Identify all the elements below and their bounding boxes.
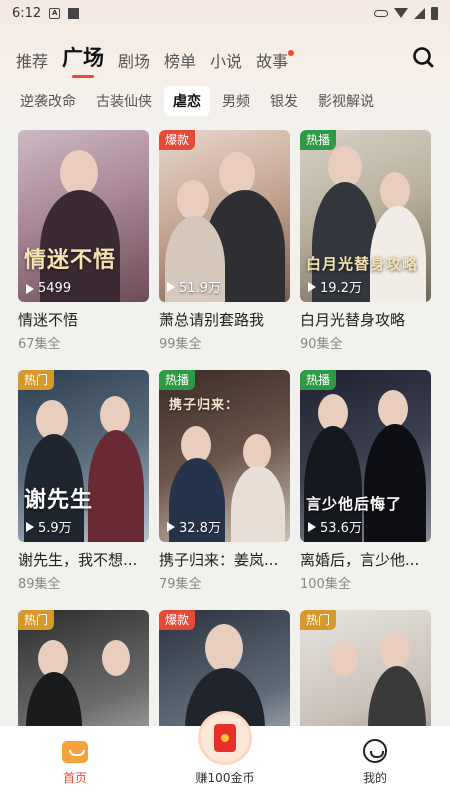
tab-rankings[interactable]: 榜单 xyxy=(164,48,196,78)
actress-face xyxy=(380,172,410,210)
hot-tag: 爆款 xyxy=(159,130,196,150)
drama-card[interactable]: 热播 言少他后悔了 53.6万 离婚后，言少他... 100集全 xyxy=(300,370,431,592)
category-tab-angst[interactable]: 虐恋 xyxy=(164,86,210,116)
battery-icon xyxy=(431,6,438,20)
profile-icon xyxy=(363,739,387,763)
hot-tag: 热门 xyxy=(18,370,55,390)
search-icon[interactable] xyxy=(412,46,434,68)
play-count: 5.9万 xyxy=(26,517,72,536)
nav-earn-label: 赚100金币 xyxy=(195,771,255,785)
red-packet-icon xyxy=(214,724,236,752)
drama-grid: 情迷不悟 5499 情迷不悟 67集全 爆款 51.9万 萧总请别套路我 99集… xyxy=(18,130,432,782)
poster-title-text: 情迷不悟 xyxy=(24,247,117,273)
actor-face xyxy=(205,624,243,672)
category-tabs: 频 逆袭改命 古装仙侠 虐恋 男频 银发 影视解说 xyxy=(0,86,450,116)
nav-home[interactable]: 首页 xyxy=(20,741,130,786)
wifi-icon xyxy=(394,8,408,18)
hot-tag: 热门 xyxy=(18,610,55,630)
category-tab-comeback[interactable]: 逆袭改命 xyxy=(20,91,76,111)
status-bar: 6:12 A xyxy=(0,0,450,26)
signal-icon xyxy=(414,7,425,19)
play-count: 53.6万 xyxy=(308,517,362,536)
play-count: 51.9万 xyxy=(167,277,221,296)
nav-me-label: 我的 xyxy=(362,771,387,785)
tab-stories[interactable]: 故事 xyxy=(256,48,295,78)
hot-tag: 热播 xyxy=(300,130,337,150)
play-icon xyxy=(308,281,316,292)
drama-title: 情迷不悟 xyxy=(18,311,79,329)
status-time: 6:12 xyxy=(12,5,42,21)
actress-face xyxy=(177,180,209,220)
drama-episodes: 99集全 xyxy=(159,337,202,352)
notification-square-icon xyxy=(68,7,80,19)
play-count: 5499 xyxy=(26,281,71,296)
vpn-key-icon xyxy=(374,9,388,17)
hot-tag: 爆款 xyxy=(159,610,196,630)
poster-title-text: 谢先生 xyxy=(24,487,94,513)
drama-card[interactable]: 热门 谢先生 5.9万 谢先生，我不想... 89集全 xyxy=(18,370,149,592)
drama-card[interactable]: 热播 白月光替身攻略 19.2万 白月光替身攻略 90集全 xyxy=(300,130,431,352)
drama-poster: 热门 谢先生 5.9万 xyxy=(18,370,149,542)
category-tab-male[interactable]: 男频 xyxy=(222,91,250,111)
drama-episodes: 100集全 xyxy=(300,577,351,592)
actress-face xyxy=(102,640,130,676)
play-icon xyxy=(26,283,34,294)
actress-figure xyxy=(231,466,285,542)
drama-poster: 热播 白月光替身攻略 19.2万 xyxy=(300,130,431,302)
drama-card[interactable]: 携子归来： 热播 32.8万 携子归来：姜岚... 79集全 xyxy=(159,370,290,592)
nav-earn-coins[interactable]: 赚100金币 xyxy=(170,711,280,786)
drama-poster: 情迷不悟 5499 xyxy=(18,130,149,302)
actress-face xyxy=(378,390,408,428)
drama-poster: 热播 言少他后悔了 53.6万 xyxy=(300,370,431,542)
new-badge-dot xyxy=(288,50,295,56)
play-count: 19.2万 xyxy=(308,277,362,296)
play-icon xyxy=(167,521,175,532)
category-tab-silver[interactable]: 银发 xyxy=(270,91,298,111)
poster-title-text: 言少他后悔了 xyxy=(306,495,403,513)
actress-face xyxy=(100,396,130,434)
category-tab-film-commentary[interactable]: 影视解说 xyxy=(318,91,374,111)
play-icon xyxy=(26,521,34,532)
red-packet-button[interactable] xyxy=(198,711,252,765)
hot-tag: 热门 xyxy=(300,610,337,630)
actor-face xyxy=(219,152,255,196)
tab-theater[interactable]: 剧场 xyxy=(118,48,150,78)
play-icon xyxy=(167,281,175,292)
drama-episodes: 67集全 xyxy=(18,337,61,352)
tab-square[interactable]: 广场 xyxy=(62,42,104,78)
tab-novels[interactable]: 小说 xyxy=(210,48,242,78)
drama-episodes: 90集全 xyxy=(300,337,343,352)
category-tab-xianxia[interactable]: 古装仙侠 xyxy=(96,91,152,111)
poster-title-text: 携子归来： xyxy=(169,398,240,413)
actor-face xyxy=(380,632,410,670)
actress-face xyxy=(243,434,271,470)
nav-home-label: 首页 xyxy=(62,771,87,785)
drama-episodes: 79集全 xyxy=(159,577,202,592)
hot-tag: 热播 xyxy=(159,370,196,390)
main-tabs: 推荐 广场 剧场 榜单 小说 故事 xyxy=(0,42,450,78)
home-icon xyxy=(62,741,88,763)
play-count: 32.8万 xyxy=(167,517,221,536)
tab-recommend[interactable]: 推荐 xyxy=(16,48,48,78)
drama-title: 萧总请别套路我 xyxy=(159,311,265,329)
actress-figure xyxy=(88,430,144,542)
drama-title: 携子归来：姜岚... xyxy=(159,551,279,569)
notification-a-icon: A xyxy=(49,7,61,19)
drama-poster: 携子归来： 热播 32.8万 xyxy=(159,370,290,542)
actress-face xyxy=(330,640,358,676)
nav-me[interactable]: 我的 xyxy=(320,739,430,786)
poster-title-text: 白月光替身攻略 xyxy=(306,255,419,273)
drama-title: 谢先生，我不想... xyxy=(18,551,138,569)
drama-card[interactable]: 爆款 51.9万 萧总请别套路我 99集全 xyxy=(159,130,290,352)
drama-episodes: 89集全 xyxy=(18,577,61,592)
drama-poster: 爆款 51.9万 xyxy=(159,130,290,302)
drama-title: 离婚后，言少他... xyxy=(300,551,420,569)
drama-card[interactable]: 情迷不悟 5499 情迷不悟 67集全 xyxy=(18,130,149,352)
play-icon xyxy=(308,521,316,532)
drama-title: 白月光替身攻略 xyxy=(300,311,406,329)
hot-tag: 热播 xyxy=(300,370,337,390)
actress-figure xyxy=(364,424,426,542)
bottom-nav: 首页 赚100金币 我的 xyxy=(0,711,450,800)
